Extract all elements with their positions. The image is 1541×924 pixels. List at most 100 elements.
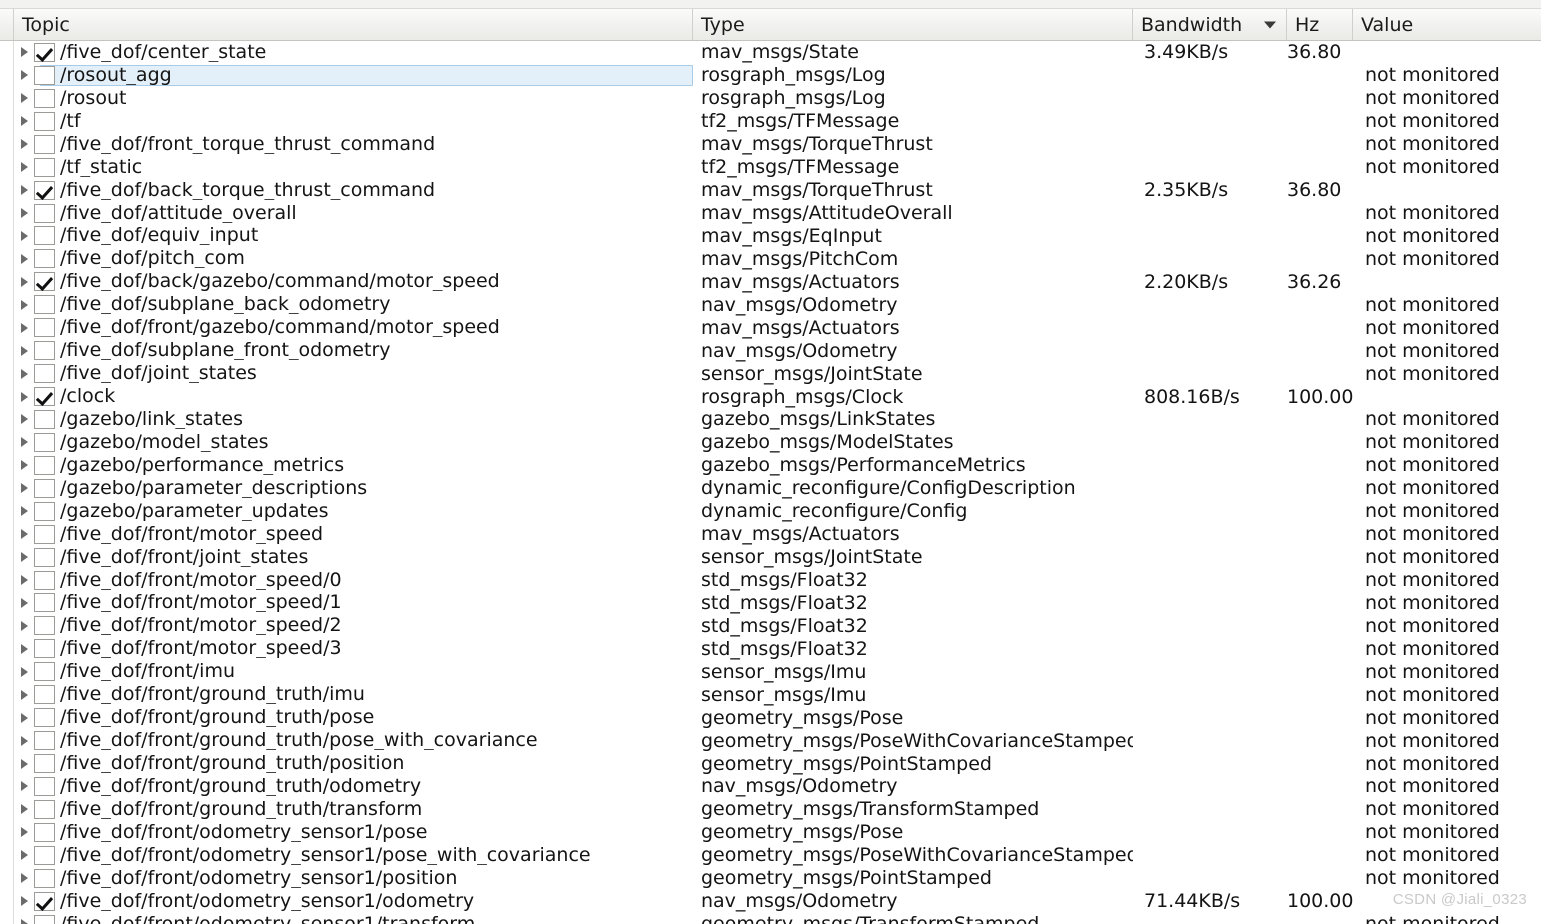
topic-checkbox-unchecked[interactable] [34, 570, 55, 590]
expand-arrow-icon[interactable] [14, 293, 34, 316]
cell-topic[interactable]: /five_dof/subplane_back_odometry [14, 293, 693, 316]
table-row[interactable]: /gazebo/parameter_updates dynamic_reconfi… [0, 499, 1541, 523]
topic-checkbox-unchecked[interactable] [34, 593, 55, 613]
table-row[interactable]: /five_dof/front/odometry_sensor1/transfo… [0, 912, 1541, 924]
expand-arrow-icon[interactable] [14, 270, 34, 293]
expand-arrow-icon[interactable] [14, 500, 34, 523]
topic-checkbox-unchecked[interactable] [34, 547, 55, 567]
expand-arrow-icon[interactable] [14, 247, 34, 270]
topic-checkbox-unchecked[interactable] [34, 822, 55, 842]
table-row[interactable]: /five_dof/front/odometry_sensor1/positio… [0, 866, 1541, 890]
table-row[interactable]: /five_dof/front/joint_states sensor_msgs/… [0, 545, 1541, 569]
topic-checkbox-unchecked[interactable] [34, 478, 55, 498]
table-row[interactable]: /gazebo/parameter_descriptions dynamic_re… [0, 476, 1541, 500]
topic-checkbox-unchecked[interactable] [34, 295, 55, 315]
topic-checkbox-unchecked[interactable] [34, 639, 55, 659]
topic-checkbox-unchecked[interactable] [34, 157, 55, 177]
topic-checkbox-unchecked[interactable] [34, 914, 55, 924]
topic-checkbox-unchecked[interactable] [34, 318, 55, 338]
table-row[interactable]: /rosout_agg rosgraph_msgs/Log not monitore… [0, 63, 1541, 87]
cell-topic[interactable]: /rosout [14, 87, 693, 110]
topic-checkbox-unchecked[interactable] [34, 111, 55, 131]
cell-topic[interactable]: /five_dof/front/motor_speed/2 [14, 614, 693, 637]
cell-topic[interactable]: /five_dof/front/gazebo/command/motor_spe… [14, 316, 693, 339]
expand-arrow-icon[interactable] [14, 890, 34, 913]
column-header-bandwidth[interactable]: Bandwidth [1133, 9, 1287, 40]
expand-arrow-icon[interactable] [14, 202, 34, 225]
topic-checkbox-unchecked[interactable] [34, 799, 55, 819]
topic-checkbox-checked[interactable] [34, 272, 55, 292]
cell-topic[interactable]: /five_dof/front/motor_speed/0 [14, 569, 693, 592]
table-row[interactable]: /gazebo/performance_metrics gazebo_msgs/P… [0, 453, 1541, 477]
table-row[interactable]: /five_dof/front/ground_truth/transform ge… [0, 797, 1541, 821]
cell-topic[interactable]: /five_dof/front/ground_truth/pose_with_c… [14, 729, 693, 752]
expand-arrow-icon[interactable] [14, 683, 34, 706]
table-row[interactable]: /five_dof/front/imu sensor_msgs/Imu not mo… [0, 660, 1541, 684]
expand-arrow-icon[interactable] [14, 431, 34, 454]
cell-topic[interactable]: /five_dof/front/motor_speed/1 [14, 592, 693, 615]
topic-checkbox-unchecked[interactable] [34, 685, 55, 705]
cell-topic[interactable]: /five_dof/subplane_front_odometry [14, 339, 693, 362]
expand-arrow-icon[interactable] [14, 775, 34, 798]
expand-arrow-icon[interactable] [14, 706, 34, 729]
cell-topic[interactable]: /gazebo/parameter_descriptions [14, 477, 693, 500]
table-row[interactable]: /five_dof/front/motor_speed/0 std_msgs/Fl… [0, 568, 1541, 592]
cell-topic[interactable]: /five_dof/attitude_overall [14, 202, 693, 225]
cell-topic[interactable]: /five_dof/front/odometry_sensor1/pose_wi… [14, 844, 693, 867]
cell-topic[interactable]: /five_dof/front/ground_truth/odometry [14, 775, 693, 798]
topic-checkbox-unchecked[interactable] [34, 524, 55, 544]
topic-checkbox-unchecked[interactable] [34, 616, 55, 636]
table-row[interactable]: /five_dof/front_torque_thrust_command mav… [0, 132, 1541, 156]
column-header-type[interactable]: Type [693, 9, 1133, 40]
expand-arrow-icon[interactable] [14, 339, 34, 362]
expand-arrow-icon[interactable] [14, 454, 34, 477]
expand-arrow-icon[interactable] [14, 844, 34, 867]
topic-checkbox-unchecked[interactable] [34, 134, 55, 154]
table-row[interactable]: /clock rosgraph_msgs/Clock 808.16B/s 100.00 [0, 385, 1541, 408]
table-row[interactable]: /five_dof/front/odometry_sensor1/pose geo… [0, 820, 1541, 844]
topic-checkbox-unchecked[interactable] [34, 65, 55, 85]
expand-arrow-icon[interactable] [14, 385, 34, 408]
expand-arrow-icon[interactable] [14, 637, 34, 660]
table-row[interactable]: /five_dof/front/ground_truth/pose geometr… [0, 706, 1541, 730]
cell-topic[interactable]: /five_dof/front/odometry_sensor1/positio… [14, 867, 693, 890]
topic-checkbox-unchecked[interactable] [34, 455, 55, 475]
cell-topic[interactable]: /five_dof/joint_states [14, 362, 693, 385]
cell-topic[interactable]: /five_dof/front_torque_thrust_command [14, 133, 693, 156]
topic-checkbox-checked[interactable] [34, 387, 55, 407]
table-row[interactable]: /five_dof/back_torque_thrust_command mav_… [0, 178, 1541, 202]
expand-arrow-icon[interactable] [14, 156, 34, 179]
table-row[interactable]: /tf tf2_msgs/TFMessage not monitored [0, 109, 1541, 133]
table-row[interactable]: /five_dof/front/motor_speed mav_msgs/Actu… [0, 522, 1541, 546]
table-row[interactable]: /gazebo/link_states gazebo_msgs/LinkState… [0, 408, 1541, 431]
expand-arrow-icon[interactable] [14, 64, 34, 87]
expand-arrow-icon[interactable] [14, 821, 34, 844]
topic-checkbox-unchecked[interactable] [34, 501, 55, 521]
topic-checkbox-unchecked[interactable] [34, 341, 55, 361]
expand-arrow-icon[interactable] [14, 523, 34, 546]
table-row[interactable]: /five_dof/subplane_back_odometry nav_msgs… [0, 293, 1541, 317]
topic-checkbox-unchecked[interactable] [34, 409, 55, 429]
table-row[interactable]: /five_dof/front/ground_truth/position geo… [0, 752, 1541, 775]
cell-topic[interactable]: /five_dof/front/motor_speed/3 [14, 637, 693, 660]
cell-topic[interactable]: /five_dof/front/ground_truth/transform [14, 798, 693, 821]
table-row[interactable]: /five_dof/back/gazebo/command/motor_spee… [0, 270, 1541, 294]
table-row[interactable]: /five_dof/front/gazebo/command/motor_spe… [0, 316, 1541, 340]
expand-arrow-icon[interactable] [14, 614, 34, 637]
expand-arrow-icon[interactable] [14, 225, 34, 248]
expand-arrow-icon[interactable] [14, 133, 34, 156]
cell-topic[interactable]: /tf_static [14, 156, 693, 179]
table-row[interactable]: /five_dof/front/motor_speed/3 std_msgs/Fl… [0, 637, 1541, 661]
table-row[interactable]: /five_dof/front/ground_truth/imu sensor_m… [0, 683, 1541, 707]
table-row[interactable]: /five_dof/joint_states sensor_msgs/JointS… [0, 362, 1541, 386]
topic-checkbox-unchecked[interactable] [34, 776, 55, 796]
column-header-hz[interactable]: Hz [1287, 9, 1353, 40]
cell-topic[interactable]: /five_dof/front/motor_speed [14, 523, 693, 546]
cell-topic[interactable]: /five_dof/front/joint_states [14, 546, 693, 569]
table-row[interactable]: /five_dof/front/odometry_sensor1/pose_wi… [0, 843, 1541, 867]
cell-topic[interactable]: /five_dof/back_torque_thrust_command [14, 179, 693, 202]
expand-arrow-icon[interactable] [14, 110, 34, 133]
expand-arrow-icon[interactable] [14, 798, 34, 821]
expand-arrow-icon[interactable] [14, 546, 34, 569]
topic-checkbox-checked[interactable] [34, 180, 55, 200]
